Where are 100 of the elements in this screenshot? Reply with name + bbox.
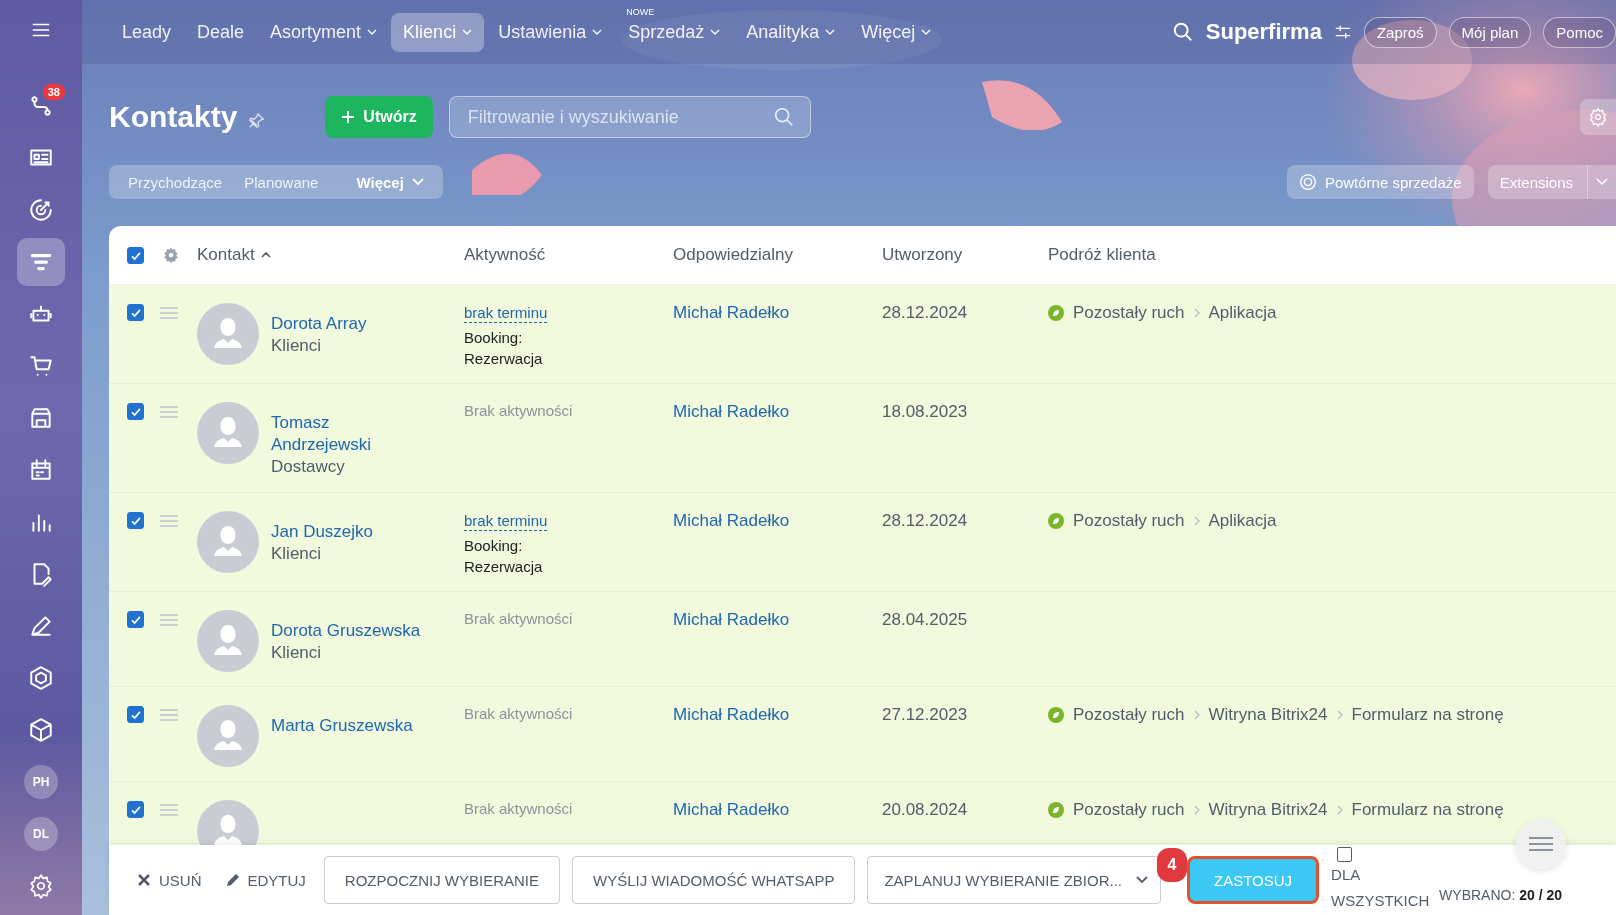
- leaf-icon: [1048, 513, 1064, 529]
- row-checkbox[interactable]: [127, 801, 144, 818]
- created-date: 18.08.2023: [882, 402, 968, 421]
- chevron-icon: [1193, 516, 1200, 526]
- row-checkbox[interactable]: [127, 304, 144, 321]
- journey-step: Witryna Bitrix24: [1208, 705, 1328, 725]
- search-field[interactable]: Filtrowanie i wyszukiwanie: [448, 96, 811, 138]
- user-avatar[interactable]: DL: [24, 817, 58, 851]
- caret-icon: [592, 29, 603, 35]
- sidebar-item[interactable]: 38: [17, 82, 65, 130]
- responsible-link[interactable]: Michał Radełko: [673, 705, 790, 724]
- header-button[interactable]: Zaproś: [1363, 16, 1437, 48]
- close-icon: [137, 873, 151, 887]
- list-menu-button[interactable]: [1516, 819, 1566, 869]
- drag-handle-icon[interactable]: [160, 515, 178, 527]
- activity-text: Rezerwacja: [464, 557, 543, 577]
- contact-name-link[interactable]: Tomasz Andrzejewski: [271, 412, 431, 456]
- action-button[interactable]: ROZPOCZNIJ WYBIERANIE: [323, 856, 561, 904]
- nav-tab[interactable]: Ustawienia: [486, 12, 615, 52]
- store-icon: [28, 405, 54, 431]
- row-checkbox[interactable]: [127, 512, 144, 529]
- drag-handle-icon[interactable]: [160, 614, 178, 626]
- created-date: 27.12.2023: [882, 705, 968, 724]
- pin-icon[interactable]: [247, 112, 266, 130]
- hexagon-icon: [28, 665, 54, 691]
- chevron-icon: [1193, 805, 1200, 815]
- nav-tab[interactable]: Asortyment: [258, 12, 390, 52]
- deadline-link[interactable]: brak terminu: [464, 511, 548, 531]
- avatar-icon: [197, 303, 259, 365]
- journey-step: Pozostały ruch: [1073, 800, 1185, 820]
- calendar-icon: [28, 457, 54, 483]
- journey-step: Formularz na stronę: [1351, 800, 1504, 820]
- activity-text: Rezerwacja: [464, 349, 543, 369]
- activity-text: Booking:: [464, 328, 523, 348]
- activity-text: Brak aktywności: [464, 800, 573, 817]
- responsible-link[interactable]: Michał Radełko: [673, 303, 790, 322]
- settings-icon[interactable]: [28, 873, 54, 899]
- chevron-icon: [1193, 710, 1200, 720]
- contact-type: Dostawcy: [271, 456, 346, 478]
- responsible-link[interactable]: Michał Radełko: [673, 511, 790, 530]
- search-icon[interactable]: [1171, 21, 1194, 43]
- avatar-icon: [197, 610, 259, 672]
- company-name[interactable]: Superfirma: [1205, 19, 1322, 45]
- responsible-link[interactable]: Michał Radełko: [673, 610, 790, 629]
- created-date: 28.12.2024: [882, 511, 968, 530]
- table-row[interactable]: Marta Gruszewska Brak aktywności Michał Radełko 27.12.2023 Pozostały ruch Witryna Bitrix24 Formularz na stronę: [109, 687, 1616, 782]
- contact-name-link[interactable]: Dorota Array: [271, 313, 367, 335]
- avatar-icon: [197, 705, 259, 767]
- table-row[interactable]: Dorota Gruszewska Klienci Brak aktywności Michał Radełko 28.04.2025: [109, 592, 1616, 687]
- sort-up-icon: [260, 252, 271, 258]
- delete-button[interactable]: USUŃ: [131, 860, 208, 900]
- for-all-checkbox[interactable]: DLA WSZYSTKICH: [1331, 846, 1428, 914]
- leaf-icon: [1048, 305, 1064, 321]
- pencil-icon: [225, 873, 240, 887]
- header-button[interactable]: Mój plan: [1448, 16, 1532, 48]
- user-avatar[interactable]: PH: [24, 765, 58, 799]
- activity-text: Brak aktywności: [464, 610, 573, 627]
- table-row[interactable]: Dorota Array Klienci brak terminu Booking: Rezerwacja Michał Radełko 28.12.2024 Pozostały ruch Aplikacja: [109, 285, 1616, 384]
- drag-handle-icon[interactable]: [160, 406, 178, 418]
- drag-handle-icon[interactable]: [160, 804, 178, 816]
- contact-name-link[interactable]: Dorota Gruszewska: [271, 620, 421, 642]
- plus-icon: [341, 110, 356, 124]
- nav-tab[interactable]: Analityka: [734, 12, 848, 52]
- column-header[interactable]: Utworzony: [882, 245, 963, 265]
- caret-icon: [710, 29, 721, 35]
- deadline-link[interactable]: brak terminu: [464, 303, 548, 323]
- select-all-checkbox[interactable]: [127, 247, 144, 264]
- drag-handle-icon[interactable]: [160, 709, 178, 721]
- chevron-down-icon: [411, 178, 424, 186]
- nav-tab[interactable]: Leady: [110, 12, 184, 52]
- responsible-link[interactable]: Michał Radełko: [673, 800, 790, 819]
- responsible-link[interactable]: Michał Radełko: [673, 402, 790, 421]
- row-checkbox[interactable]: [127, 706, 144, 723]
- sliders-icon[interactable]: [1333, 23, 1352, 41]
- table-row[interactable]: Tomasz Andrzejewski Dostawcy Brak aktywności Michał Radełko 18.08.2023: [109, 384, 1616, 493]
- contact-name-link[interactable]: Marta Gruszewska: [271, 715, 413, 737]
- caret-icon: [367, 29, 378, 35]
- journey-step: Witryna Bitrix24: [1208, 800, 1328, 820]
- edit-button[interactable]: EDYTUJ: [219, 860, 312, 900]
- nav-tab[interactable]: Deale: [185, 12, 257, 52]
- settings-icon[interactable]: [162, 246, 180, 264]
- header-button[interactable]: Pomoc: [1543, 16, 1616, 48]
- row-checkbox[interactable]: [127, 403, 144, 420]
- cart-icon: [28, 353, 54, 379]
- table-row[interactable]: Brak aktywności Michał Radełko 20.08.2024 Pozostały ruch Witryna Bitrix24 Formularz na stronę: [109, 782, 1616, 845]
- selected-count: WYBRANO: 20 / 20: [1439, 887, 1563, 903]
- schedule-dropdown[interactable]: ZAPLANUJ WYBIERANIE ZBIOR...: [867, 856, 1161, 904]
- column-header[interactable]: Odpowiedzialny: [673, 245, 793, 265]
- drag-handle-icon[interactable]: [160, 307, 178, 319]
- journey-step: Pozostały ruch: [1073, 511, 1185, 531]
- nav-tab[interactable]: Więcej: [849, 12, 944, 52]
- row-checkbox[interactable]: [127, 611, 144, 628]
- column-header[interactable]: Podróż klienta: [1048, 245, 1156, 265]
- sidebar-item[interactable]: [17, 238, 65, 286]
- column-header[interactable]: Kontakt: [197, 245, 271, 265]
- table-row[interactable]: Jan Duszejko Klienci brak terminu Booking: Rezerwacja Michał Radełko 28.12.2024 Pozostały ruch Aplikacja: [109, 493, 1616, 592]
- column-header[interactable]: Aktywność: [464, 245, 546, 265]
- action-button[interactable]: WYŚLIJ WIADOMOŚĆ WHATSAPP: [572, 856, 856, 904]
- chevron-icon: [1336, 710, 1343, 720]
- contact-name-link[interactable]: Jan Duszejko: [271, 521, 374, 543]
